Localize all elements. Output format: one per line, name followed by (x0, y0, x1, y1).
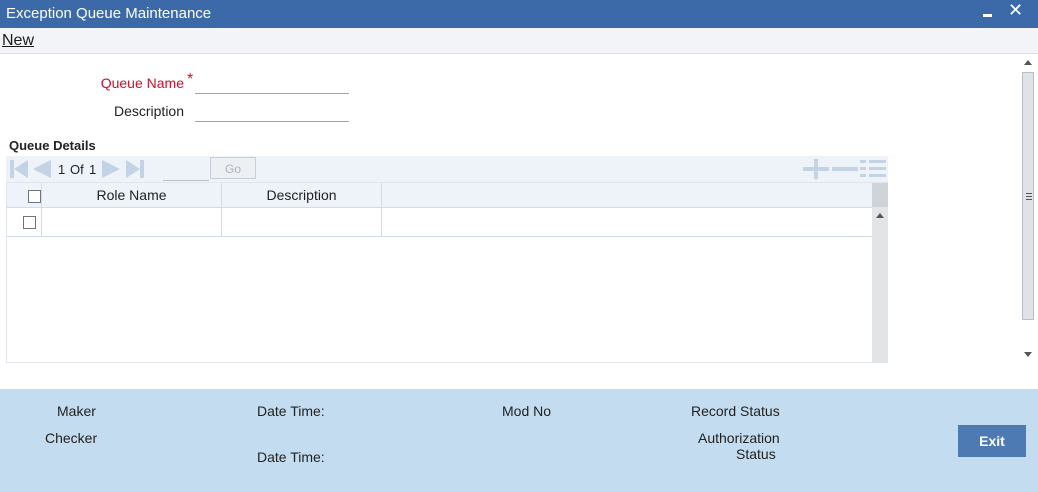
description-cell[interactable] (222, 207, 382, 236)
role-name-header[interactable]: Role Name (42, 183, 222, 207)
queue-details-title: Queue Details (9, 138, 96, 153)
single-view-icon[interactable] (860, 158, 886, 180)
total-pages: 1 (89, 162, 97, 177)
authorization-label: Authorization (698, 430, 780, 446)
checker-date-time-label: Date Time: (257, 449, 325, 465)
checker-label: Checker (45, 430, 98, 446)
scrollbar-thumb[interactable] (1022, 72, 1034, 320)
minimize-icon[interactable] (980, 2, 996, 22)
maker-date-time-label: Date Time: (257, 403, 325, 419)
grid-header: Role Name Description (7, 183, 872, 208)
grid-scroll-up-icon[interactable] (876, 213, 884, 218)
row-filler (382, 207, 872, 236)
header-select-cell (7, 183, 42, 207)
page-number-input[interactable] (163, 162, 209, 181)
page-of-label: Of (70, 162, 84, 177)
grip-icon (1026, 193, 1032, 202)
main-scrollbar[interactable] (1020, 55, 1036, 363)
scroll-up-icon[interactable] (1024, 60, 1032, 65)
delete-row-icon[interactable] (832, 159, 858, 179)
last-page-icon[interactable] (126, 159, 146, 179)
maker-label: Maker (57, 403, 96, 419)
grid-pager: 1 Of 1 Go (6, 156, 888, 182)
next-page-icon[interactable] (102, 159, 122, 179)
window-title: Exception Queue Maintenance (6, 5, 212, 22)
new-link[interactable]: New (2, 32, 34, 50)
description-field[interactable] (195, 103, 349, 122)
go-button[interactable]: Go (210, 157, 256, 179)
add-row-icon[interactable] (803, 159, 829, 179)
scroll-down-icon[interactable] (1024, 352, 1032, 357)
description-header[interactable]: Description (222, 183, 382, 207)
required-marker: * (187, 71, 194, 88)
description-header-label: Description (266, 187, 337, 203)
menu-bar: New (0, 28, 1038, 54)
grid-scrollbar[interactable] (872, 183, 888, 362)
record-status-label: Record Status (691, 403, 780, 419)
exit-button[interactable]: Exit (958, 425, 1026, 457)
title-bar: Exception Queue Maintenance ✕ (0, 0, 1038, 28)
authorization-status-label: Status (736, 446, 776, 462)
close-icon[interactable]: ✕ (1008, 0, 1023, 21)
select-all-checkbox[interactable] (28, 190, 41, 203)
table-row (7, 207, 872, 237)
queue-name-label: Queue Name (100, 75, 184, 91)
description-label: Description (113, 103, 184, 119)
role-name-header-label: Role Name (96, 187, 167, 203)
row-select-cell (7, 207, 42, 236)
audit-footer: Maker Checker Date Time: Date Time: Mod … (0, 389, 1038, 492)
role-name-cell[interactable] (42, 207, 222, 236)
queue-name-field[interactable] (195, 75, 349, 94)
previous-page-icon[interactable] (33, 159, 53, 179)
mod-no-label: Mod No (502, 403, 552, 419)
grid-scrollbar-header (872, 183, 888, 207)
queue-details-grid: Role Name Description (6, 182, 888, 363)
current-page: 1 (58, 162, 66, 177)
header-filler (382, 183, 872, 207)
first-page-icon[interactable] (10, 159, 30, 179)
row-checkbox[interactable] (23, 216, 36, 229)
